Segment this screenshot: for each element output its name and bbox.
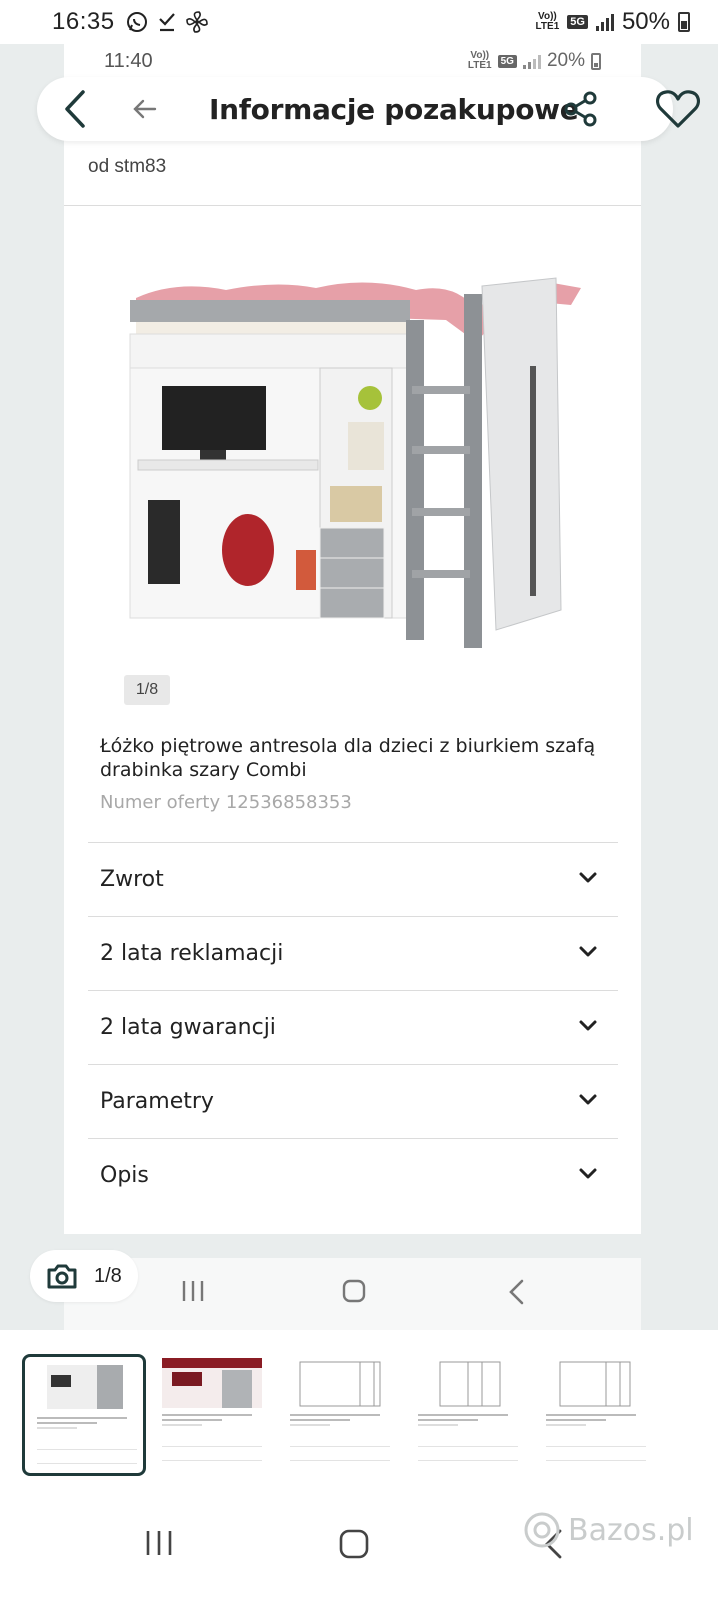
- accordion-warranty[interactable]: 2 lata gwarancji: [88, 990, 618, 1064]
- os-battery-percent: 50%: [621, 8, 670, 35]
- panel-gap: [64, 1234, 641, 1258]
- 5g-indicator: 5G: [567, 15, 588, 29]
- accordion-complaint[interactable]: 2 lata reklamacji: [88, 916, 618, 990]
- thumbnail-4[interactable]: [406, 1354, 530, 1476]
- accordion-label: 2 lata gwarancji: [100, 1015, 276, 1040]
- inner-nav-bar: [64, 1258, 641, 1330]
- thumbnail-strip: [0, 1330, 718, 1494]
- divider: [64, 205, 641, 206]
- thumbnail-1[interactable]: [22, 1354, 146, 1476]
- product-image[interactable]: [116, 250, 591, 660]
- app-header: Informacje pozakupowe: [37, 77, 701, 141]
- back-nav-icon[interactable]: [506, 1278, 526, 1306]
- chevron-left-icon: [65, 90, 85, 128]
- inner-clock: 11:40: [104, 49, 153, 72]
- chevron-down-icon: [579, 1168, 597, 1179]
- chevron-down-icon: [579, 1020, 597, 1031]
- page-title: Informacje pozakupowe: [209, 93, 579, 126]
- inner-volte-indicator: Vo)) LTE1: [467, 50, 492, 71]
- signal-icon: [595, 13, 614, 31]
- image-counter: 1/8: [124, 675, 170, 705]
- watermark: Bazos.pl: [522, 1510, 694, 1550]
- volte-indicator: Vo)) LTE1: [535, 11, 560, 32]
- offer-number: Numer oferty 12536858353: [100, 792, 352, 813]
- watermark-text: Bazos.pl: [568, 1512, 694, 1548]
- inner-battery-percent: 20%: [546, 50, 585, 71]
- inner-signal-icon: [522, 54, 541, 69]
- os-home-icon[interactable]: [338, 1528, 370, 1560]
- thumbnail-5[interactable]: [534, 1354, 658, 1476]
- photo-count: 1/8: [94, 1264, 122, 1287]
- camera-icon: [47, 1264, 77, 1289]
- recents-icon[interactable]: [180, 1278, 206, 1304]
- back-button[interactable]: [55, 87, 95, 131]
- accordion-label: Zwrot: [100, 867, 164, 892]
- accordion-label: Opis: [100, 1163, 149, 1188]
- chevron-down-icon: [579, 1094, 597, 1105]
- home-icon[interactable]: [341, 1278, 367, 1304]
- inner-battery-icon: [591, 52, 601, 70]
- accordion-parameters[interactable]: Parametry: [88, 1064, 618, 1138]
- fan-icon: [185, 11, 208, 33]
- os-status-bar: 16:35 Vo)) LTE1 5G 50%: [0, 0, 718, 44]
- accordion-description[interactable]: Opis: [88, 1138, 618, 1212]
- chevron-down-icon: [579, 946, 597, 957]
- bazos-logo-icon: [524, 1512, 560, 1548]
- accordion-label: 2 lata reklamacji: [100, 941, 284, 966]
- accordion-return[interactable]: Zwrot: [88, 842, 618, 916]
- os-recents-icon[interactable]: [144, 1528, 174, 1558]
- inner-back-button[interactable]: [131, 97, 159, 121]
- inner-5g-indicator: 5G: [497, 54, 517, 68]
- whatsapp-icon: [126, 12, 147, 32]
- arrow-left-icon: [133, 99, 157, 119]
- thumbnail-3[interactable]: [278, 1354, 402, 1476]
- favorite-button[interactable]: [655, 87, 701, 131]
- chevron-down-icon: [579, 872, 597, 883]
- share-icon: [564, 91, 597, 127]
- battery-icon: [678, 12, 690, 32]
- product-title: Łóżko piętrowe antresola dla dzieci z bi…: [100, 735, 596, 781]
- download-done-icon: [158, 13, 175, 32]
- heart-icon: [655, 90, 701, 128]
- seller-label: od stm83: [88, 156, 167, 177]
- thumbnail-2[interactable]: [150, 1354, 274, 1476]
- share-button[interactable]: [561, 89, 601, 129]
- os-clock: 16:35: [52, 8, 115, 35]
- gallery-button[interactable]: 1/8: [30, 1250, 138, 1302]
- inner-status-bar: 11:40 Vo)) LTE1 5G 20%: [64, 44, 641, 78]
- accordion-label: Parametry: [100, 1089, 214, 1114]
